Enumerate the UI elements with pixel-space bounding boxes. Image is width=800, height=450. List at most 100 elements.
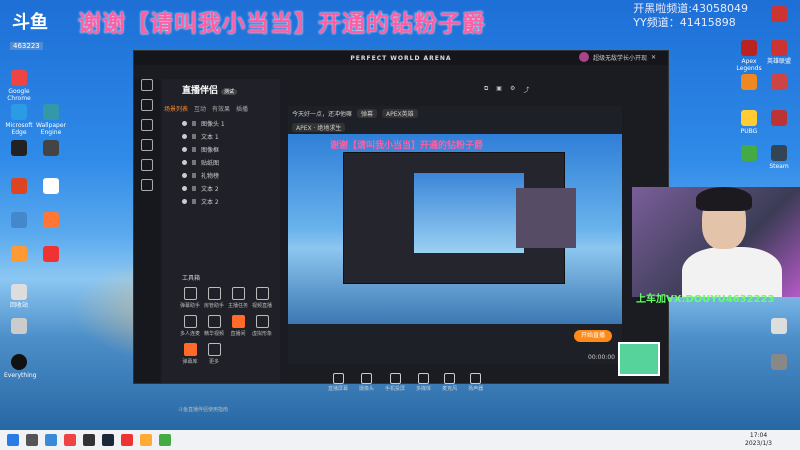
tool-clips[interactable]: 精华视频	[202, 315, 226, 337]
desktop-icon[interactable]	[4, 140, 34, 158]
mic-button[interactable]: 麦克风	[442, 372, 457, 392]
tool-more[interactable]: 更多	[202, 343, 226, 365]
settings-icon[interactable]: ⚙	[510, 85, 515, 94]
screen-button[interactable]: 直播屏幕	[328, 372, 348, 392]
preview-title[interactable]: 今天好一点，还冲他嘛	[292, 109, 352, 118]
media-button[interactable]: 多媒体	[416, 372, 431, 392]
window-titlebar[interactable]: PERFECT WORLD ARENA 超级无敌学长小开现 ✕	[134, 51, 668, 65]
search-icon[interactable]	[26, 434, 38, 446]
list-item[interactable]: 礼物榜	[182, 169, 278, 182]
desktop-icon[interactable]: Steam	[764, 145, 794, 170]
nav-item-2[interactable]	[134, 99, 160, 111]
stream-preview[interactable]: 今天好一点，还冲他嘛 弹幕 APEX英雄 APEX · 绝地求生 谢谢【请叫我小…	[288, 106, 622, 364]
chrome-icon[interactable]	[64, 434, 76, 446]
account-area[interactable]: 超级无敌学长小开现 ✕	[578, 52, 656, 62]
tab-scenes[interactable]: 场景列表	[164, 104, 188, 113]
desktop-icon[interactable]: 英雄联盟	[764, 40, 794, 65]
start-icon[interactable]	[7, 434, 19, 446]
lock-icon[interactable]	[192, 173, 196, 178]
category-chip[interactable]: APEX英雄	[382, 108, 418, 118]
desktop-icon[interactable]	[764, 318, 794, 336]
desktop-icon[interactable]	[764, 110, 794, 128]
nav-item-3[interactable]	[134, 119, 160, 131]
tool-task[interactable]: 主播任务	[226, 287, 250, 309]
lock-icon[interactable]	[192, 134, 196, 139]
lock-icon[interactable]	[192, 160, 196, 165]
desktop-icon[interactable]: Google Chrome	[4, 70, 34, 102]
eye-icon[interactable]	[182, 134, 187, 139]
camera-button[interactable]: 摄像头	[359, 372, 374, 392]
eye-icon[interactable]	[182, 173, 187, 178]
list-item[interactable]: 图像框	[182, 143, 278, 156]
list-item[interactable]: 贴纸图	[182, 156, 278, 169]
desktop-icon[interactable]	[4, 318, 34, 336]
eye-icon[interactable]	[182, 121, 187, 126]
phone-button[interactable]: 手机投屏	[385, 372, 405, 392]
desktop-icon[interactable]	[36, 212, 66, 230]
nav-item-6[interactable]	[134, 179, 160, 191]
taskbar-clock[interactable]: 17:04 2023/1/3	[745, 432, 772, 448]
eye-icon[interactable]	[182, 160, 187, 165]
app-icon[interactable]	[140, 434, 152, 446]
preview-meta[interactable]: APEX · 绝地求生	[292, 122, 346, 132]
nav-item-5[interactable]	[134, 159, 160, 171]
steam-icon[interactable]	[102, 434, 114, 446]
desktop-icon[interactable]	[36, 246, 66, 264]
preview-canvas[interactable]: 谢谢【请叫我小当当】开通的钻粉子爵	[288, 134, 622, 324]
edge-icon[interactable]	[45, 434, 57, 446]
tool-avatar[interactable]: 虚拟形象	[250, 315, 274, 337]
tab-effects[interactable]: 有效果	[212, 104, 230, 113]
list-item[interactable]: 文本 2	[182, 182, 278, 195]
desktop-icon[interactable]	[764, 74, 794, 92]
tab-insert[interactable]: 插播	[236, 104, 248, 113]
tool-room[interactable]: 直播间	[226, 315, 250, 337]
desktop-icon[interactable]	[4, 246, 34, 264]
desktop-icon[interactable]: Everything	[4, 354, 36, 379]
preview-chip[interactable]: 弹幕	[357, 108, 378, 118]
desktop-icon[interactable]	[764, 6, 794, 24]
start-live-button[interactable]: 开始直播	[574, 330, 612, 342]
nav-item-live[interactable]	[134, 79, 160, 91]
eye-icon[interactable]	[182, 199, 187, 204]
share-icon[interactable]: ⤴	[523, 85, 529, 94]
copy-icon[interactable]: ⧉	[484, 85, 488, 94]
desktop-icon[interactable]	[4, 178, 34, 196]
desktop-icon[interactable]	[734, 74, 764, 92]
desktop-icon[interactable]	[36, 140, 66, 158]
lock-icon[interactable]	[192, 199, 196, 204]
desktop-icon[interactable]: 回收站	[4, 284, 34, 309]
guide-notice[interactable]: 斗鱼直播伴侣使用指南	[178, 406, 228, 413]
tool-danmu[interactable]: 弹幕助手	[178, 287, 202, 309]
eye-icon[interactable]	[182, 186, 187, 191]
channel-info-line1: 开黑啦频道:43058049	[633, 2, 748, 15]
desktop-icon[interactable]	[734, 145, 764, 163]
tool-video[interactable]: 视频直播	[250, 287, 274, 309]
eye-icon[interactable]	[182, 147, 187, 152]
desktop-icon[interactable]: PUBG	[734, 110, 764, 135]
avatar[interactable]	[578, 52, 589, 62]
list-item[interactable]: 文本 2	[182, 195, 278, 208]
lock-icon[interactable]	[192, 121, 196, 126]
lock-icon[interactable]	[192, 186, 196, 191]
tool-admin[interactable]: 房管助手	[202, 287, 226, 309]
list-item[interactable]: 文本 1	[182, 130, 278, 143]
desktop-icon[interactable]: Microsoft Edge	[4, 104, 34, 136]
desktop-icon[interactable]: Wallpaper Engine	[36, 104, 66, 136]
speaker-button[interactable]: 扬声器	[468, 372, 483, 392]
list-item[interactable]: 图像头 1	[182, 117, 278, 130]
desktop-icon[interactable]	[4, 212, 34, 230]
desktop-icon[interactable]	[36, 178, 66, 196]
streaming-app-window[interactable]: PERFECT WORLD ARENA 超级无敌学长小开现 ✕ 直播伴侣 测试 场…	[133, 50, 669, 413]
app-icon[interactable]	[159, 434, 171, 446]
desktop-icon[interactable]: Apex Legends	[734, 40, 764, 72]
tool-multi[interactable]: 多人连麦	[178, 315, 202, 337]
tab-interact[interactable]: 互动	[194, 104, 206, 113]
desktop-icon[interactable]	[764, 354, 794, 372]
app-icon[interactable]	[121, 434, 133, 446]
game-icon[interactable]	[83, 434, 95, 446]
tool-danmu-lib[interactable]: 弹幕库	[178, 343, 202, 365]
nav-item-4[interactable]	[134, 139, 160, 151]
lock-icon[interactable]	[192, 147, 196, 152]
close-icon[interactable]: ✕	[651, 54, 656, 61]
image-icon[interactable]: ▣	[496, 85, 502, 94]
